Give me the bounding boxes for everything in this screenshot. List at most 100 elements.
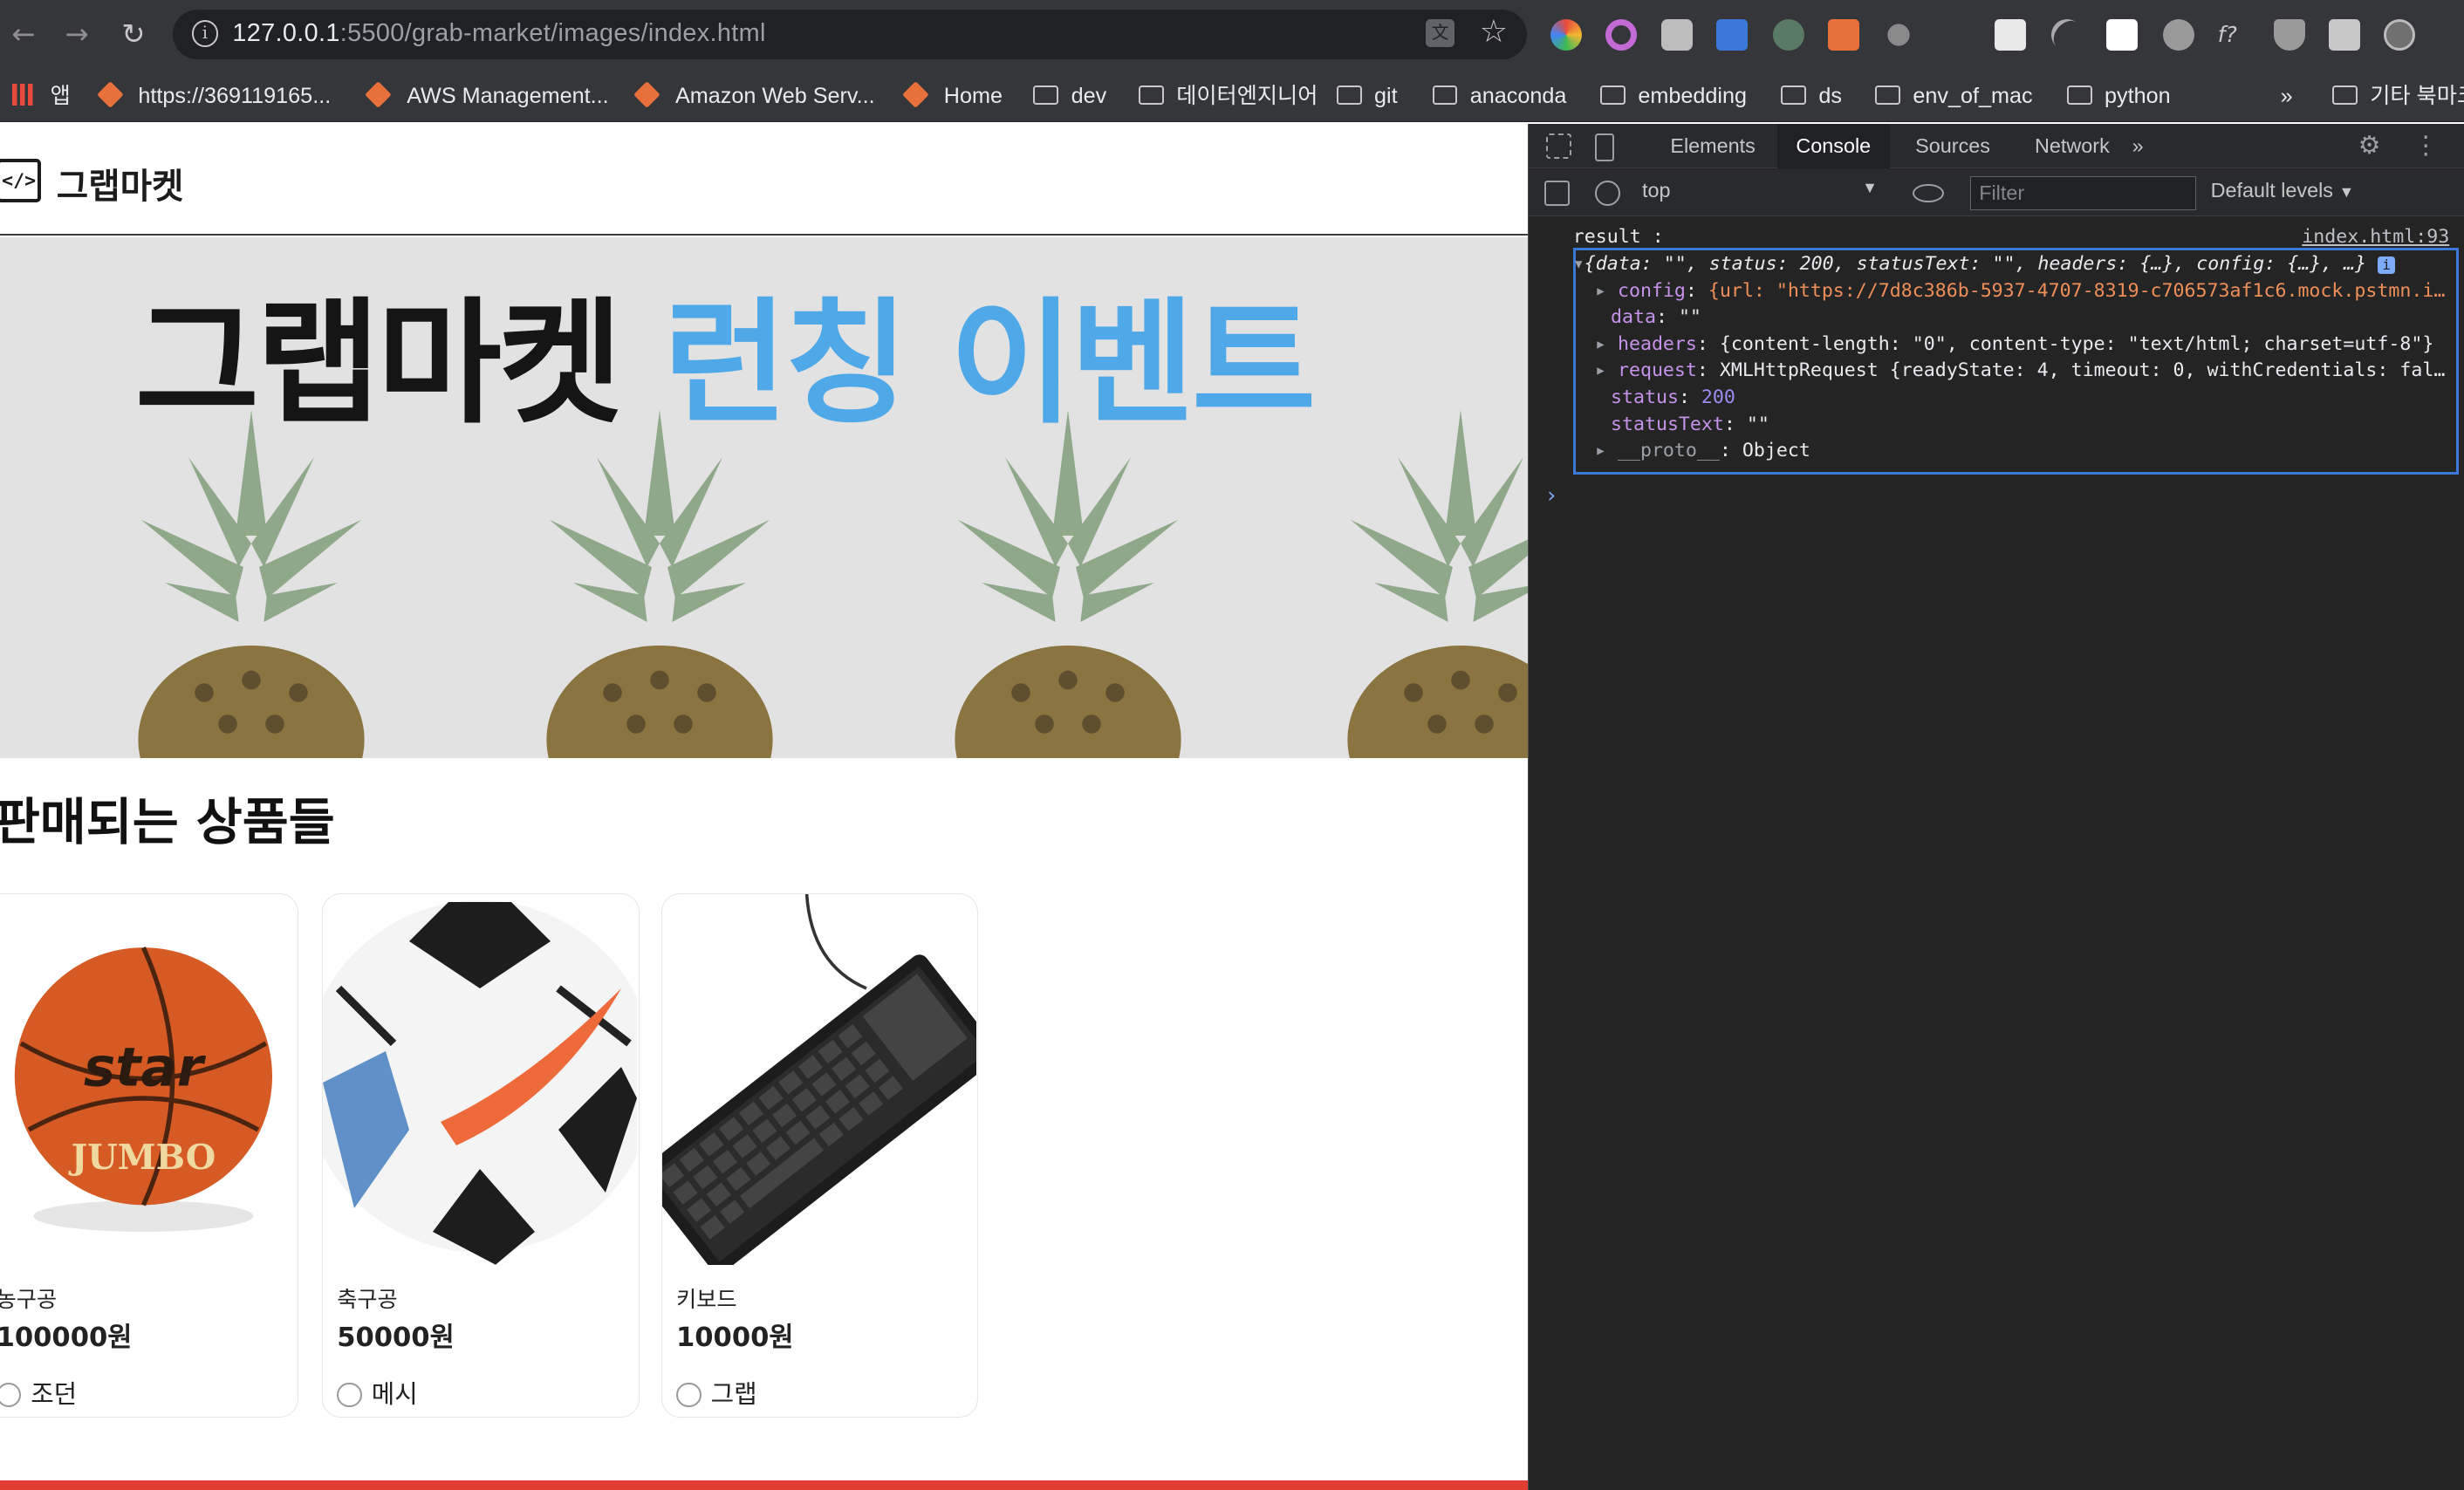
object-summary[interactable]: ▾{data: "", status: 200, statusText: "",… — [1573, 251, 2395, 278]
bookmark-folder[interactable]: anaconda — [1432, 80, 1566, 112]
bookmark-folder[interactable]: dev — [1033, 80, 1106, 112]
context-selector[interactable]: top ▼ — [1642, 179, 1878, 207]
bookmarks-overflow-button[interactable]: » — [2281, 80, 2293, 112]
folder-icon — [1600, 85, 1626, 105]
pineapple-image — [955, 409, 1181, 759]
bookmark-item[interactable]: Home — [902, 80, 1003, 112]
folder-icon — [2066, 85, 2092, 105]
footer-bar — [0, 1480, 1529, 1490]
clear-console-icon[interactable] — [1594, 180, 1620, 206]
extension-pen-icon[interactable] — [2044, 12, 2090, 57]
object-prop-headers[interactable]: ▸ headers: {content-length: "0", content… — [1595, 331, 2433, 359]
console-toolbar: top ▼ Filter Default levels ▼ — [1529, 169, 2464, 217]
pineapple-image — [138, 409, 365, 759]
inspect-element-icon[interactable] — [1546, 133, 1571, 159]
products-heading: 판매되는 상품들 — [0, 792, 335, 851]
log-levels-dropdown[interactable]: Default levels ▼ — [2211, 179, 2355, 202]
tab-console[interactable]: Console — [1776, 124, 1890, 168]
reload-icon[interactable]: ↻ — [113, 14, 154, 55]
soccer-ball-image — [323, 900, 637, 1265]
bookmark-item[interactable]: AWS Management... — [365, 80, 609, 112]
web-page: </> 그랩마켓 그랩마켓 런칭 이벤트 판매되는 상품들 star JUMBO… — [0, 124, 1529, 1490]
device-toolbar-icon[interactable] — [1594, 133, 1614, 162]
folder-icon — [1432, 85, 1458, 105]
url-text[interactable]: 127.0.0.1:5500/grab-market/images/index.… — [232, 19, 765, 48]
extension-chart-icon[interactable] — [1828, 18, 1860, 51]
back-arrow-icon[interactable]: ← — [3, 14, 44, 55]
product-price: 50000원 — [337, 1322, 455, 1353]
avatar-icon — [0, 1382, 22, 1408]
extension-h-icon[interactable] — [2105, 18, 2138, 51]
expand-triangle-icon: ▸ — [1594, 332, 1618, 355]
product-card[interactable]: 키보드 10000원 그랩 — [660, 893, 979, 1418]
folder-icon — [1875, 85, 1900, 105]
live-expression-eye-icon[interactable] — [1912, 183, 1944, 203]
pineapple-image — [1347, 409, 1529, 759]
extensions-puzzle-icon[interactable] — [2329, 18, 2361, 51]
site-info-icon[interactable]: i — [191, 20, 219, 47]
bookmark-folder[interactable]: env_of_mac — [1875, 80, 2033, 112]
folder-icon — [1139, 85, 1164, 105]
more-options-icon[interactable]: ⋮ — [2413, 130, 2439, 160]
extension-camera-icon[interactable] — [1661, 18, 1694, 51]
more-tabs-button[interactable]: » — [2132, 124, 2144, 167]
bookmark-folder[interactable]: 데이터엔지니어 — [1139, 80, 1318, 112]
product-name: 축구공 — [337, 1286, 398, 1312]
bookmark-folder[interactable]: python — [2066, 80, 2171, 112]
bookmark-star-icon[interactable]: ☆ — [1480, 14, 1508, 50]
object-prop-proto[interactable]: ▸ __proto__: Object — [1595, 438, 1810, 465]
bookmark-item[interactable]: https://369119165... — [96, 80, 331, 112]
extension-ring-icon[interactable] — [1605, 18, 1637, 51]
extension-gear-icon[interactable] — [2162, 18, 2194, 51]
chevron-down-icon: ▼ — [2338, 183, 2355, 202]
tab-elements[interactable]: Elements — [1652, 124, 1775, 167]
devtools-tabbar: Elements Console Sources Network » ⚙ ⋮ — [1529, 124, 2464, 168]
bookmark-folder[interactable]: git — [1336, 80, 1398, 112]
extension-leaf-icon[interactable] — [1773, 18, 1805, 51]
tab-network[interactable]: Network — [2016, 124, 2128, 167]
tab-sources[interactable]: Sources — [1897, 124, 2009, 167]
product-card[interactable]: 축구공 50000원 메시 — [322, 893, 640, 1418]
bookmark-other-folder[interactable]: 기타 북마크 — [2332, 80, 2464, 112]
address-bar[interactable]: i 127.0.0.1:5500/grab-market/images/inde… — [173, 9, 1527, 60]
extension-formula-icon[interactable]: f? — [2217, 18, 2249, 51]
header-divider — [0, 234, 1529, 236]
pineapple-image — [546, 409, 773, 759]
folder-icon — [1336, 85, 1362, 105]
event-banner[interactable]: 그랩마켓 런칭 이벤트 — [0, 236, 1529, 759]
expand-triangle-icon: ▸ — [1594, 279, 1618, 302]
extension-color-icon[interactable] — [1550, 18, 1582, 51]
object-prop-request[interactable]: ▸ request: XMLHttpRequest {readyState: 4… — [1595, 358, 2445, 385]
folder-icon — [2332, 85, 2358, 105]
sidebar-toggle-icon[interactable] — [1544, 180, 1571, 206]
bookmark-folder[interactable]: ds — [1781, 80, 1842, 112]
log-label: result : — [1572, 226, 1664, 249]
extension-translate-icon[interactable] — [1716, 18, 1749, 51]
console-prompt-chevron-icon[interactable]: › — [1544, 482, 1557, 508]
bookmark-apps[interactable]: 앱 — [12, 80, 71, 112]
aws-cube-icon — [902, 81, 929, 109]
devtools-panel: Elements Console Sources Network » ⚙ ⋮ t… — [1528, 124, 2464, 1490]
log-source-link[interactable]: index.html:93 — [2302, 224, 2449, 251]
chevron-down-icon: ▼ — [1862, 179, 1878, 197]
bookmark-item[interactable]: Amazon Web Serv... — [633, 80, 875, 112]
product-price: 100000원 — [0, 1322, 133, 1353]
bookmarks-bar: 앱 https://369119165... AWS Management...… — [0, 69, 2464, 123]
product-price: 10000원 — [675, 1322, 794, 1353]
expand-triangle-icon: ▸ — [1594, 359, 1618, 382]
extension-puzzle-icon[interactable] — [1887, 23, 1910, 46]
bookmark-folder[interactable]: embedding — [1600, 80, 1747, 112]
aws-cube-icon — [633, 81, 660, 109]
profile-avatar[interactable] — [2384, 18, 2416, 51]
object-prop-config[interactable]: ▸ config: {url: "https://7d8c386b-5937-4… — [1595, 278, 2445, 305]
folder-icon — [1033, 85, 1059, 105]
info-icon: i — [2378, 256, 2395, 274]
product-card[interactable]: star JUMBO 농구공 100000원 조던 — [0, 893, 298, 1418]
translate-icon[interactable]: 文 — [1426, 18, 1454, 47]
forward-arrow-icon[interactable]: → — [57, 14, 98, 55]
extension-shield-icon[interactable] — [2274, 18, 2306, 51]
settings-gear-icon[interactable]: ⚙ — [2358, 130, 2381, 160]
object-prop-status: status: 200 — [1610, 386, 1735, 408]
console-filter-input[interactable]: Filter — [1970, 175, 2197, 211]
extension-s-icon[interactable] — [1995, 18, 2026, 51]
